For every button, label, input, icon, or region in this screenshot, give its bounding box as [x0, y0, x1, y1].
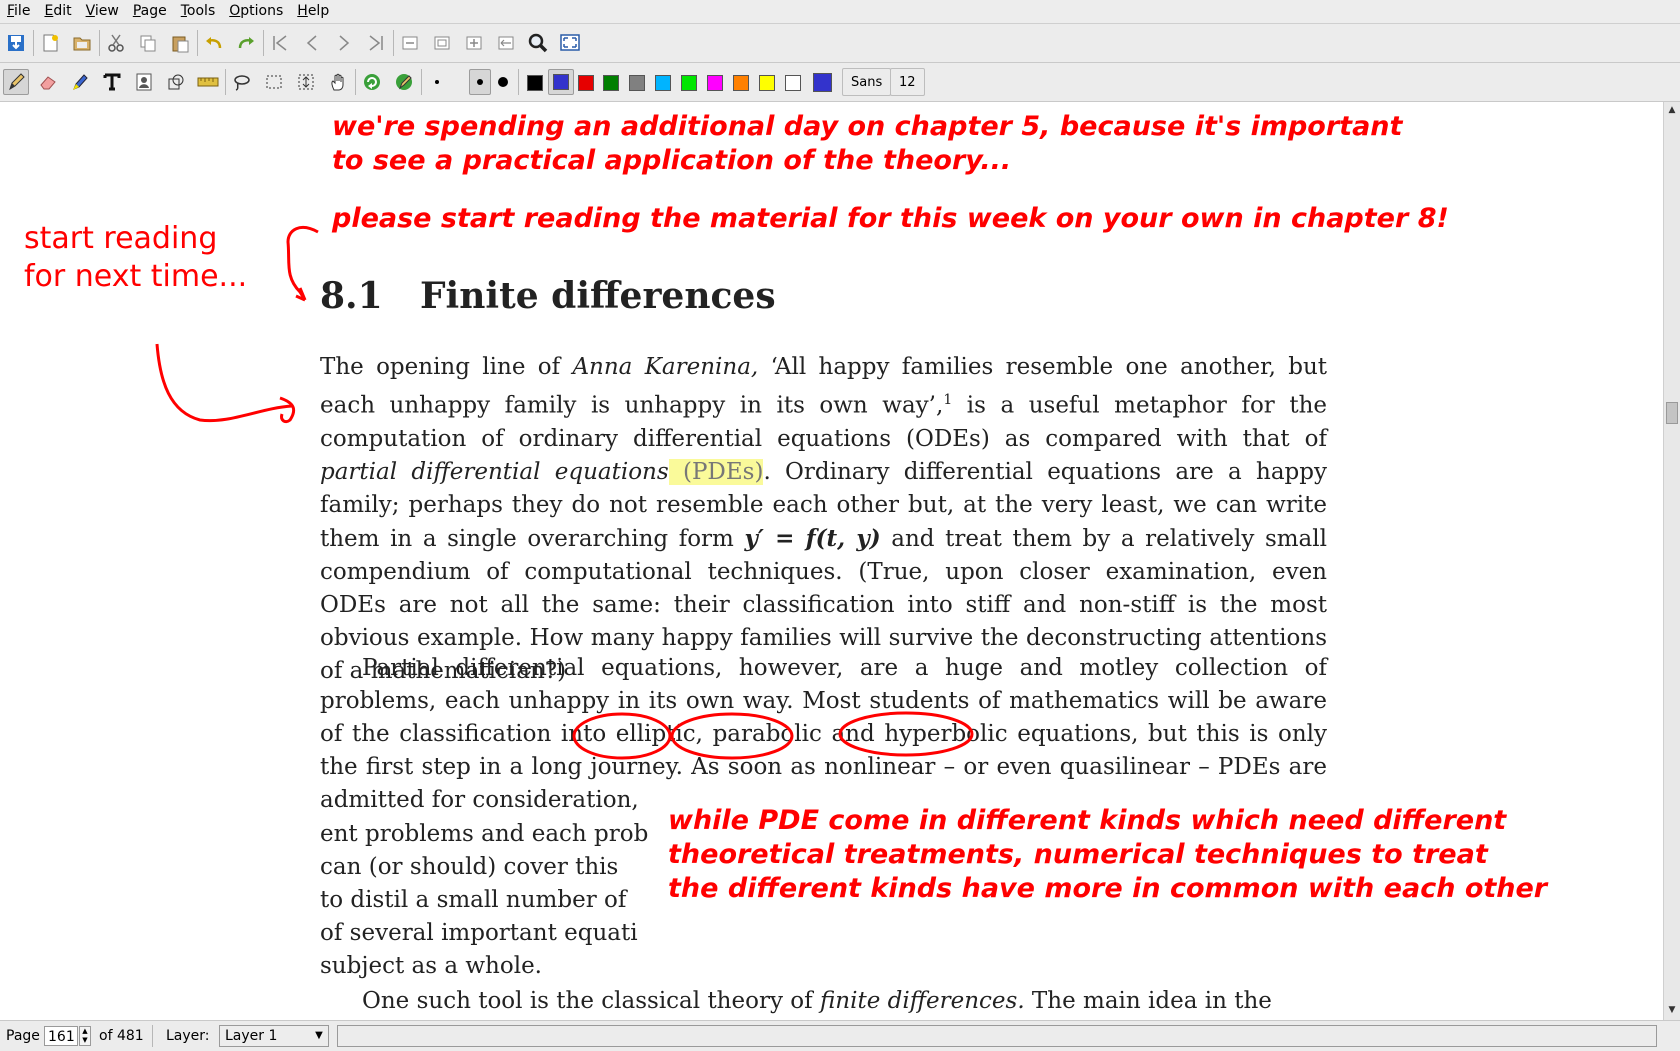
toolbar-separator [355, 69, 356, 95]
color-lightgreen-swatch[interactable] [681, 75, 697, 91]
toolbar-separator [99, 30, 100, 56]
annotation-left: start reading for next time... [24, 221, 248, 294]
layer-select-value: Layer 1 [225, 1028, 278, 1044]
scroll-thumb[interactable] [1666, 402, 1678, 424]
page-total: of 481 [99, 1028, 144, 1044]
custom-color-swatch[interactable] [813, 73, 832, 92]
paste-icon[interactable] [167, 30, 193, 56]
document-canvas[interactable]: 8.1 Finite differences The opening line … [0, 102, 1663, 1020]
shape-recognizer-icon[interactable] [163, 69, 189, 95]
save-icon[interactable] [3, 30, 29, 56]
lasso-select-icon[interactable] [229, 69, 255, 95]
arrowhead-stroke [279, 396, 296, 424]
cut-icon[interactable] [103, 30, 129, 56]
color-green-swatch[interactable] [603, 75, 619, 91]
menu-help[interactable]: Help [290, 0, 336, 23]
status-separator [152, 1025, 153, 1047]
menu-tools[interactable]: Tools [174, 0, 223, 23]
scroll-up-icon[interactable]: ▲ [1666, 104, 1678, 116]
color-black-swatch[interactable] [527, 75, 543, 91]
zoom-fit-icon[interactable] [429, 30, 455, 56]
color-white-swatch[interactable] [785, 75, 801, 91]
page-label: Page [6, 1028, 40, 1044]
copy-icon[interactable] [135, 30, 161, 56]
annotation-top: we're spending an additional day on chap… [332, 111, 1403, 176]
chevron-down-icon[interactable]: ▼ [309, 1025, 329, 1047]
color-magenta-swatch[interactable] [707, 75, 723, 91]
menu-view[interactable]: View [79, 0, 126, 23]
color-yellow-swatch[interactable] [759, 75, 775, 91]
undo-icon[interactable] [201, 30, 227, 56]
menu-bar: File Edit View Page Tools Options Help [0, 0, 1680, 24]
circle-parabolic [670, 712, 794, 760]
thickness-fine-icon[interactable] [427, 69, 447, 95]
zoom-in-icon[interactable] [461, 30, 487, 56]
last-page-icon[interactable] [363, 30, 389, 56]
pen-settings-icon[interactable] [391, 69, 417, 95]
bracket-stroke [286, 226, 319, 301]
circle-hyperbolic [838, 711, 974, 757]
refresh-icon[interactable] [359, 69, 385, 95]
toolbar-separator [421, 69, 422, 95]
page-spinner[interactable]: ▲ ▼ [79, 1026, 91, 1046]
previous-page-icon[interactable] [299, 30, 325, 56]
layer-label: Layer: [166, 1028, 210, 1044]
color-lightblue-swatch[interactable] [655, 75, 671, 91]
thickness-medium-icon[interactable] [469, 69, 491, 95]
drawing-toolbar: Sans 12 [0, 63, 1680, 102]
highlighter-tool-icon[interactable] [67, 69, 93, 95]
color-orange-swatch[interactable] [733, 75, 749, 91]
fullscreen-icon[interactable] [557, 30, 583, 56]
toolbar-separator [393, 30, 394, 56]
menu-page[interactable]: Page [126, 0, 174, 23]
spin-up-icon[interactable]: ▲ [82, 1027, 87, 1035]
color-red-swatch[interactable] [578, 75, 594, 91]
vertical-space-icon[interactable] [293, 69, 319, 95]
vertical-scrollbar[interactable]: ▲ ▼ [1663, 102, 1680, 1020]
arrow-stroke [155, 343, 293, 423]
toolbar-separator [263, 30, 264, 56]
menu-file[interactable]: File [0, 0, 37, 23]
zoom-out-icon[interactable] [397, 30, 423, 56]
spin-down-icon[interactable]: ▼ [82, 1036, 87, 1044]
rect-select-icon[interactable] [261, 69, 287, 95]
color-blue-swatch[interactable] [553, 74, 569, 90]
pen-tool-icon[interactable] [3, 69, 29, 95]
thickness-thick-icon[interactable] [493, 69, 513, 95]
scroll-down-icon[interactable]: ▼ [1666, 1004, 1678, 1016]
annotation-bottom: while PDE come in different kinds which … [668, 805, 1548, 904]
menu-edit[interactable]: Edit [37, 0, 78, 23]
next-page-icon[interactable] [331, 30, 357, 56]
ruler-icon[interactable] [195, 69, 221, 95]
text-tool-icon[interactable] [99, 69, 125, 95]
page-width-icon[interactable] [493, 30, 519, 56]
font-name-button[interactable]: Sans [842, 68, 892, 96]
first-page-icon[interactable] [267, 30, 293, 56]
search-icon[interactable] [525, 30, 551, 56]
eraser-tool-icon[interactable] [35, 69, 61, 95]
toolbar-separator [33, 30, 34, 56]
status-bar: Page 161 ▲ ▼ of 481 Layer: Layer 1 ▼ [0, 1020, 1680, 1051]
circle-elliptic [572, 712, 672, 760]
page-number-input[interactable]: 161 [44, 1026, 78, 1046]
open-icon[interactable] [69, 30, 95, 56]
hand-tool-icon[interactable] [325, 69, 351, 95]
color-gray-swatch[interactable] [629, 75, 645, 91]
menu-options[interactable]: Options [222, 0, 290, 23]
font-size-button[interactable]: 12 [890, 68, 925, 96]
redo-icon[interactable] [233, 30, 259, 56]
toolbar-separator [518, 69, 519, 95]
color-blue-selected[interactable] [548, 69, 574, 95]
new-page-icon[interactable] [37, 30, 63, 56]
main-toolbar [0, 24, 1680, 63]
image-tool-icon[interactable] [131, 69, 157, 95]
toolbar-separator [225, 69, 226, 95]
annotation-reading: please start reading the material for th… [332, 203, 1449, 234]
status-message-field [337, 1025, 1657, 1047]
toolbar-separator [197, 30, 198, 56]
